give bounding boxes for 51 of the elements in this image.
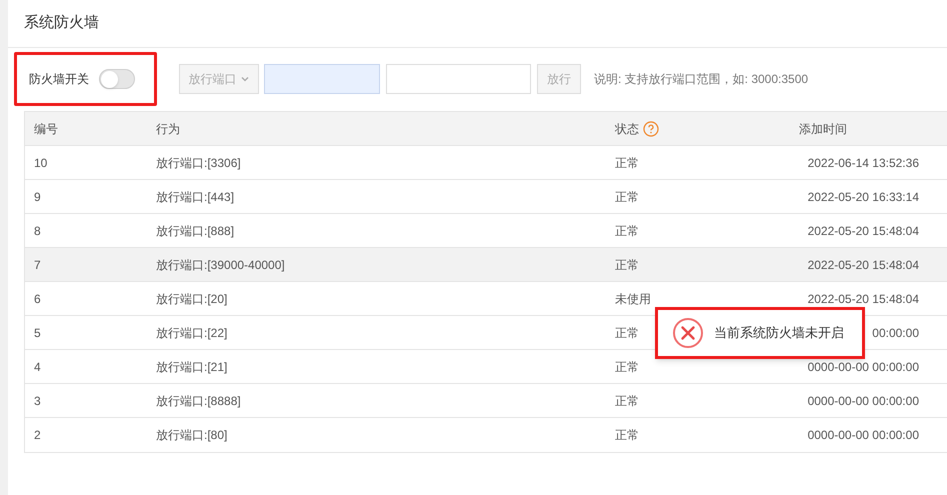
table-cell: 正常 xyxy=(615,394,639,408)
table-cell: 放行端口:[8888] xyxy=(156,394,241,408)
table-cell: 10 xyxy=(34,156,48,170)
toast-message: 当前系统防火墙未开启 xyxy=(714,324,844,342)
table-cell-text: 2022-05-20 15:48:04 xyxy=(808,256,919,274)
table-cell: 放行端口:[443] xyxy=(156,190,234,204)
table-cell-text: 0000-00-00 00:00:00 xyxy=(808,358,919,376)
table-cell: 未使用 xyxy=(615,292,651,306)
table-cell: 放行端口:[22] xyxy=(156,326,228,340)
table-cell: 2 xyxy=(34,428,41,442)
table-cell: 正常 xyxy=(615,258,639,272)
table-cell: 放行端口:[80] xyxy=(156,428,228,442)
table-cell: 正常 xyxy=(615,360,639,374)
table-cell-text: 0000-00-00 00:00:00 xyxy=(808,427,919,444)
table-cell: 放行端口:[888] xyxy=(156,224,234,238)
table-cell: 7 xyxy=(34,258,41,272)
column-header: 状态 xyxy=(615,120,639,138)
table-cell: 放行端口:[3306] xyxy=(156,156,241,170)
table-cell-text: 2022-05-20 15:48:04 xyxy=(808,290,919,308)
table-cell-text: 0000-00-00 00:00:00 xyxy=(808,392,919,410)
switch-label: 防火墙开关 xyxy=(29,71,89,88)
table-cell: 正常 xyxy=(615,326,639,340)
table-cell: 正常 xyxy=(615,156,639,170)
note-input[interactable] xyxy=(386,64,531,94)
help-icon xyxy=(643,120,659,136)
error-icon xyxy=(672,317,704,349)
table-cell: 8 xyxy=(34,224,41,238)
table-cell: 正常 xyxy=(615,224,639,238)
column-header: 行为 xyxy=(156,122,180,136)
column-header: 添加时间 xyxy=(799,122,847,136)
table-cell: 4 xyxy=(34,360,41,374)
table-cell: 放行端口:[20] xyxy=(156,292,228,306)
table-cell: 3 xyxy=(34,394,41,408)
firewall-switch[interactable] xyxy=(99,69,135,89)
table-cell-text: 2022-05-20 15:48:04 xyxy=(808,222,919,240)
hint-text: 说明: 支持放行端口范围，如: 3000:3500 xyxy=(594,71,808,88)
table-cell-text: 00:00:00 xyxy=(872,324,919,342)
table-cell: 9 xyxy=(34,190,41,204)
table-row[interactable]: 7 放行端口:[39000-40000] 正常 2022-05-20 15:48:04 xyxy=(25,248,947,282)
column-header: 编号 xyxy=(34,122,58,136)
table-cell: 放行端口:[39000-40000] xyxy=(156,258,285,272)
table-cell: 正常 xyxy=(615,428,639,442)
table-cell-text: 2022-05-20 16:33:14 xyxy=(808,188,919,206)
port-input[interactable] xyxy=(264,64,380,94)
chevron-down-icon xyxy=(240,74,250,84)
table-cell: 6 xyxy=(34,292,41,306)
table-cell: 放行端口:[21] xyxy=(156,360,228,374)
table-cell: 5 xyxy=(34,326,41,340)
panel-title: 系统防火墙 xyxy=(24,13,99,34)
table-cell: 正常 xyxy=(615,190,639,204)
table-cell-text: 2022-06-14 13:52:36 xyxy=(808,154,919,172)
